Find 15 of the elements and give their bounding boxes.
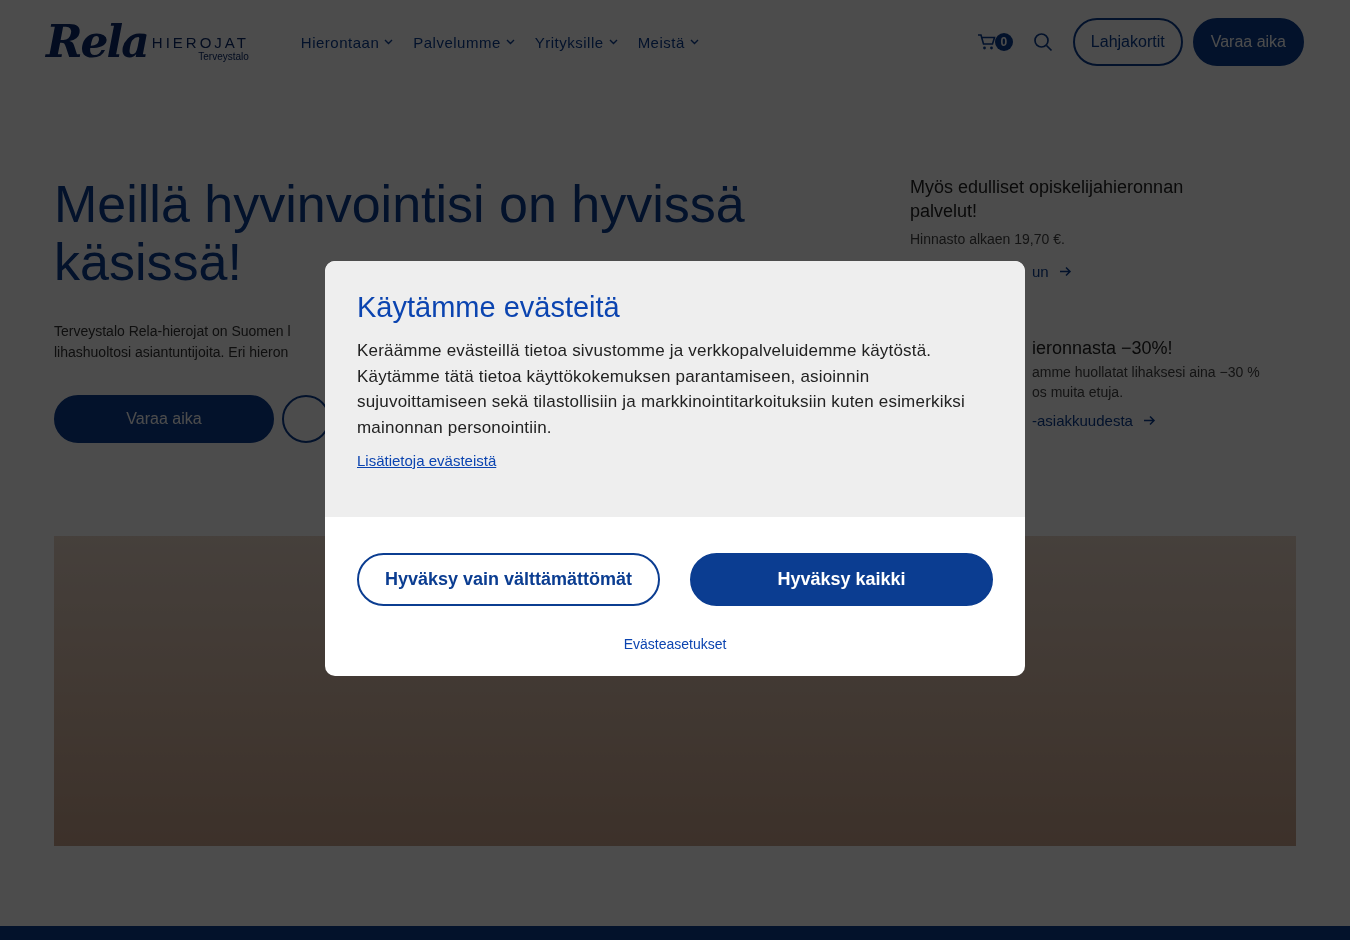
cookie-settings-link[interactable]: Evästeasetukset	[623, 636, 727, 652]
promo-heading: ieronnasta −30%!	[1032, 336, 1173, 360]
logo-subtitle: HIEROJAT	[151, 34, 249, 52]
promo-text: Hinnasto alkaen 19,70 €.	[910, 230, 1066, 247]
promo-text: os muita etuja.	[1032, 383, 1125, 400]
accept-all-button[interactable]: Hyväksy kaikki	[690, 553, 993, 606]
promo-heading: Myös edulliset opiskelijahieronnan palvelut!	[910, 175, 1185, 223]
hero-heading: Meillä hyvinvointisi on hyvissä käsissä!	[54, 174, 746, 291]
accept-necessary-button[interactable]: Hyväksy vain välttämättömät	[357, 553, 660, 606]
more-info-link[interactable]: Lisätietoja evästeistä	[357, 452, 497, 469]
dialog-text: Keräämme evästeillä tietoa sivustomme ja verkkopalveluidemme käytöstä. Käytämme tätä tietoa käyttökokemuksen parantamiseen, asioinnin sujuvoittamiseen sekä tilastollisiin ja markkinointitarkoituksiin kuten esimerkiksi mainonnan personointiin.	[357, 340, 967, 439]
promo-text: amme huollatat lihaksesi aina −30 %	[1032, 363, 1261, 380]
logo-brand-text: Terveystalo	[198, 51, 249, 63]
intro-text: lihashuoltosi asiantuntijoita. Eri hieron	[54, 342, 289, 362]
dialog-title: Käytämme evästeitä	[357, 291, 621, 324]
